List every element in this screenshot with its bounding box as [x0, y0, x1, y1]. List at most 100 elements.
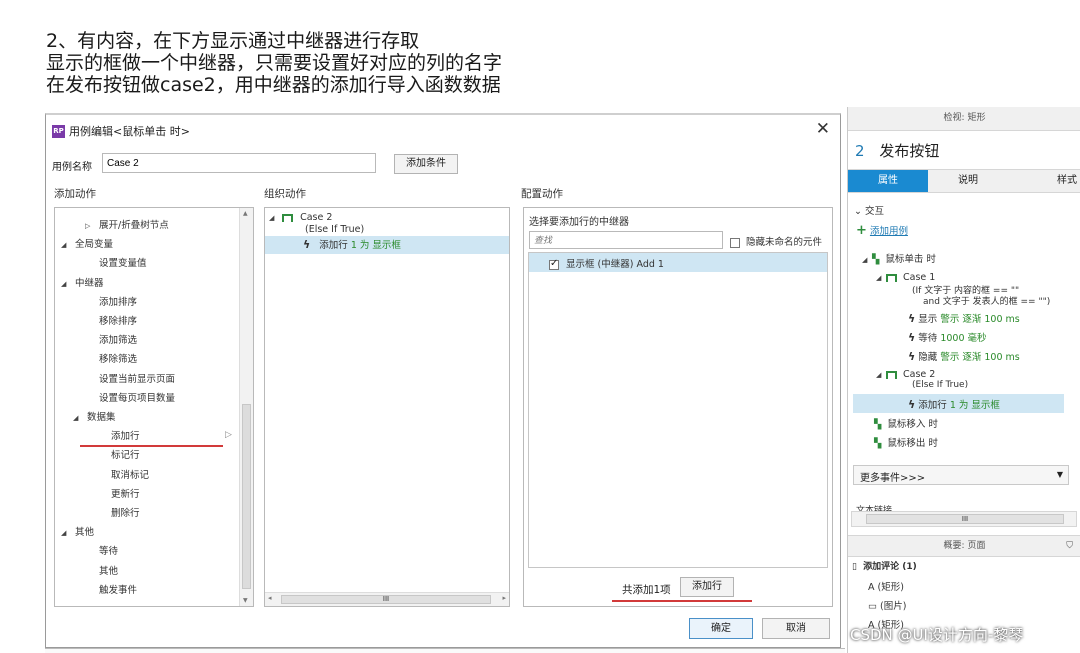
scroll-thumb[interactable]: III: [281, 595, 491, 604]
widget-name[interactable]: 发布按钮: [879, 142, 939, 160]
outline-image[interactable]: ▭ (图片): [868, 598, 906, 612]
tree-action-item[interactable]: 其他: [85, 563, 118, 577]
caption-line-3: 在发布按钮做case2，用中继器的添加行导入函数数据: [46, 74, 501, 96]
tree-item-label: 其他: [99, 565, 119, 577]
tree-group[interactable]: ◢ 中继器: [61, 275, 104, 289]
tree-item-label: 设置每页项目数量: [99, 392, 176, 404]
add-comment-item[interactable]: ▯ 添加评论 (1): [852, 559, 917, 572]
add-action-header: 添加动作: [54, 188, 96, 200]
event-click[interactable]: ◢ ▚ 鼠标单击 时: [862, 251, 936, 265]
configure-action-panel: 选择要添加行的中继器 隐藏未命名的元件 显示框 (中继器) Add 1 共添加1…: [523, 207, 833, 607]
case-icon: [886, 273, 897, 282]
text-link-section[interactable]: 文本链接: [856, 503, 892, 511]
tree-group[interactable]: ▷ 展开/折叠树节点: [85, 217, 169, 231]
add-case-link[interactable]: + 添加用例: [856, 223, 908, 238]
add-case-label: 添加用例: [869, 226, 908, 237]
ok-button[interactable]: 确定: [689, 618, 753, 639]
watermark: CSDN @UI设计方向-黎琴: [850, 626, 1024, 644]
vertical-scrollbar[interactable]: ▲ ▼: [239, 208, 253, 606]
tree-action-item[interactable]: 设置每页项目数量: [85, 390, 175, 404]
tree-item-label: 移除排序: [99, 316, 138, 327]
event-mouse-leave[interactable]: ▚ 鼠标移出 时: [874, 435, 938, 449]
repeater-item[interactable]: 显示框 (中继器) Add 1: [549, 256, 664, 270]
tree-action-item[interactable]: 移除排序: [85, 313, 137, 327]
scroll-up-icon[interactable]: ▲: [243, 210, 248, 217]
add-condition-button[interactable]: 添加条件: [394, 154, 458, 174]
case-condition: (Else If True): [305, 224, 365, 235]
tree-group[interactable]: ◢ 其他: [61, 524, 94, 538]
search-input[interactable]: [529, 231, 723, 249]
action-hide[interactable]: ϟ 隐藏 警示 逐渐 100 ms: [908, 349, 1020, 363]
event-icon: ▚: [874, 419, 882, 430]
total-added-text: 共添加1项: [622, 584, 671, 596]
lightning-icon: ϟ: [303, 238, 311, 251]
inspector-tabs: 属性 说明 样式: [848, 169, 1080, 193]
hide-unnamed-toggle[interactable]: 隐藏未命名的元件: [730, 234, 822, 248]
tree-action-item[interactable]: 等待: [85, 543, 118, 557]
expand-icon: ◢: [269, 214, 275, 222]
inspector-horizontal-scrollbar[interactable]: III: [851, 511, 1077, 527]
add-row-button[interactable]: 添加行: [680, 577, 734, 597]
tree-action-item[interactable]: 添加行: [97, 428, 140, 442]
action-show[interactable]: ϟ 显示 警示 逐渐 100 ms: [908, 311, 1020, 325]
tree-group[interactable]: ◢ 全局变量: [61, 236, 113, 250]
tree-action-item[interactable]: 设置变量值: [85, 255, 147, 269]
scroll-down-icon[interactable]: ▼: [243, 597, 248, 604]
tree-action-item[interactable]: 移除筛选: [85, 351, 137, 365]
event-icon: ▚: [874, 438, 882, 449]
tree-action-item[interactable]: 设置当前显示页面: [85, 371, 175, 385]
tree-action-item[interactable]: 标记行: [97, 447, 140, 461]
close-icon[interactable]: ✕: [816, 119, 830, 139]
case-node[interactable]: ◢ Case 2: [269, 212, 332, 223]
action-verb: 添加行: [319, 240, 348, 251]
expand-icon: ◢: [61, 241, 67, 250]
scroll-thumb[interactable]: III: [866, 514, 1064, 524]
tree-item-label: 设置当前显示页面: [99, 373, 176, 385]
chevron-right-icon: ▷: [85, 222, 91, 230]
case-2-node[interactable]: ◢ Case 2: [876, 369, 935, 380]
action-wait[interactable]: ϟ 等待 1000 毫秒: [908, 330, 987, 344]
chevron-down-icon: ⌄: [854, 206, 862, 217]
outline-rect[interactable]: A (矩形): [868, 579, 904, 593]
scroll-left-icon[interactable]: ◂: [268, 594, 272, 602]
tab-notes[interactable]: 说明: [930, 170, 1006, 192]
tree-action-item[interactable]: 添加排序: [85, 294, 137, 308]
action-add-row[interactable]: ϟ 添加行 1 为 显示框: [908, 397, 1000, 411]
tree-action-item[interactable]: 触发事件: [85, 582, 137, 596]
hide-unnamed-checkbox[interactable]: [730, 237, 740, 248]
case-1-node[interactable]: ◢ Case 1: [876, 272, 935, 283]
tree-group[interactable]: ◢ 数据集: [73, 409, 116, 423]
scroll-right-icon[interactable]: ▸: [502, 594, 506, 602]
case-2-condition: (Else If True): [912, 380, 969, 390]
tree-item-label: 取消标记: [111, 469, 150, 481]
case-icon: [282, 213, 294, 222]
event-mouse-enter[interactable]: ▚ 鼠标移入 时: [874, 416, 938, 430]
horizontal-scrollbar[interactable]: ◂ III ▸: [265, 592, 509, 606]
tree-item-label: 其他: [75, 527, 95, 539]
tab-style[interactable]: 样式: [1008, 170, 1080, 192]
tab-properties[interactable]: 属性: [848, 170, 928, 192]
select-repeater-label: 选择要添加行的中继器: [529, 217, 629, 228]
tree-item-label: 添加筛选: [99, 335, 138, 347]
action-add-row[interactable]: ϟ 添加行 1 为 显示框: [303, 237, 401, 251]
tree-item-label: 触发事件: [99, 584, 138, 596]
more-events-dropdown[interactable]: 更多事件>>> ▼: [853, 465, 1069, 485]
cancel-button[interactable]: 取消: [762, 618, 830, 639]
tree-item-label: 更新行: [111, 488, 140, 500]
repeater-checkbox[interactable]: [549, 258, 559, 270]
text-icon: A: [868, 582, 875, 593]
tree-action-item[interactable]: 取消标记: [97, 467, 149, 481]
tree-item-label: 数据集: [87, 412, 116, 423]
case-name-input[interactable]: [102, 153, 376, 173]
tree-action-item[interactable]: 添加筛选: [85, 332, 137, 346]
filter-icon[interactable]: ⛉: [1066, 536, 1073, 556]
interaction-section[interactable]: ⌄ 交互: [854, 203, 884, 217]
tree-action-item[interactable]: 更新行: [97, 486, 140, 500]
tree-item-label: 标记行: [111, 450, 140, 462]
tree-action-item[interactable]: 删除行: [97, 505, 140, 519]
widget-number: 2: [855, 142, 865, 160]
scroll-thumb[interactable]: [242, 404, 251, 589]
tree-item-label: 移除筛选: [99, 354, 138, 366]
case-name: Case 2: [300, 212, 333, 223]
case-name-label: 用例名称: [52, 162, 92, 173]
